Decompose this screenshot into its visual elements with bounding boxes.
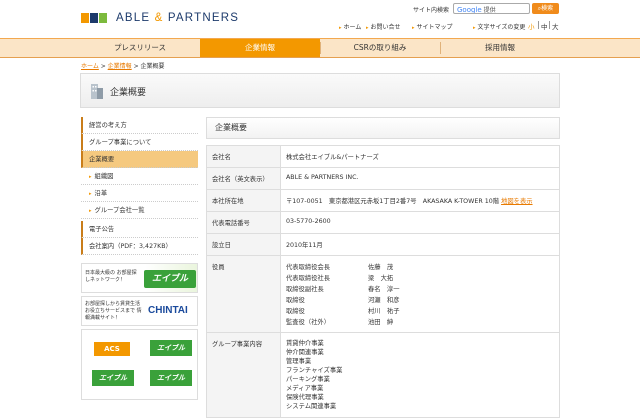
nav-csr[interactable]: CSRの取り組み	[320, 39, 440, 57]
able-group-logo[interactable]: エイブル	[92, 370, 134, 386]
fontsize-divider	[538, 21, 539, 29]
list-item: パーキング事業	[286, 376, 330, 383]
officer-name: 村川 祐子	[368, 308, 400, 315]
officer-name: 梁 大拓	[368, 275, 394, 282]
able-amp-logo[interactable]: エイブル	[150, 370, 192, 386]
business-list: 賃貸仲介事業 仲介関連事業 管理事業 フランチャイズ事業 パーキング事業 メディ…	[280, 332, 560, 418]
building-icon	[91, 84, 103, 99]
table-row: 会社名 株式会社エイブル&パートナーズ	[206, 145, 560, 168]
table-row: グループ事業内容 賃貸仲介事業 仲介関連事業 管理事業 フランチャイズ事業 パー…	[206, 332, 560, 418]
breadcrumb: ホーム > 企業情報 > 企業概要	[81, 63, 165, 70]
page-title: 企業概要	[110, 88, 147, 98]
table-row: 本社所在地 〒107-0051 東京都港区元赤坂1丁目2番7号 AKASAKA …	[206, 189, 560, 212]
banner-group-companies[interactable]: ACS エイブル エイブル エイブル	[81, 329, 198, 400]
logo-mark-orange	[81, 13, 89, 23]
search-input[interactable]: Google 提供	[453, 3, 530, 14]
list-item: 仲介関連事業	[286, 349, 324, 356]
officer-title: 代表取締役会長	[286, 264, 331, 271]
logo-text: ABLE & PARTNERS	[116, 12, 240, 24]
row-key: 会社名	[206, 145, 281, 168]
officer-name: 池田 紳	[368, 319, 394, 326]
officer-name: 河瀬 和彦	[368, 297, 400, 304]
row-key: 代表電話番号	[206, 211, 281, 234]
search-button[interactable]: ⌕検索	[532, 3, 559, 14]
acs-logo[interactable]: ACS	[94, 342, 130, 356]
sidebar-item-org-chart[interactable]: 組織図	[81, 168, 198, 185]
search-label: サイト内検索	[413, 7, 450, 14]
nav-press-release[interactable]: プレスリリース	[80, 39, 200, 57]
officer-title: 取締役副社長	[286, 286, 324, 293]
officer-title: 取締役	[286, 297, 305, 304]
table-row: 代表電話番号 03-5770-2600	[206, 211, 560, 234]
logo-mark-green	[99, 13, 107, 23]
row-value: ABLE & PARTNERS INC.	[280, 167, 560, 190]
sidebar-item-overview[interactable]: 企業概要	[81, 151, 198, 168]
sidebar-item-group-companies[interactable]: グループ会社一覧	[81, 202, 198, 219]
row-key: グループ事業内容	[206, 332, 281, 418]
sidebar-item-philosophy[interactable]: 経営の考え方	[81, 117, 198, 134]
fontsize-large[interactable]: 大	[552, 21, 559, 31]
page-title-box	[80, 73, 560, 108]
officer-title: 監査役（社外）	[286, 319, 331, 326]
row-key: 設立日	[206, 233, 281, 256]
officer-name: 佐藤 茂	[368, 264, 394, 271]
nav-recruit[interactable]: 採用情報	[440, 39, 560, 57]
sidebar-item-e-notice[interactable]: 電子公告	[81, 221, 198, 238]
row-key: 役員	[206, 255, 281, 333]
row-value: 2010年11月	[280, 233, 560, 256]
officer-title: 取締役	[286, 308, 305, 315]
site-logo[interactable]: ABLE & PARTNERS	[81, 12, 239, 24]
row-key: 本社所在地	[206, 189, 281, 212]
util-link-sitemap[interactable]: サイトマップ	[412, 22, 453, 31]
fontsize-small[interactable]: 小	[528, 21, 535, 31]
banner-able-text: 日本最大級の お部屋探しネットワーク！	[85, 270, 137, 283]
row-key: 会社名（英文表示）	[206, 167, 281, 190]
company-overview-table: 会社名 株式会社エイブル&パートナーズ 会社名（英文表示） ABLE & PAR…	[206, 145, 560, 418]
list-item: 賃貸仲介事業	[286, 340, 324, 347]
table-row: 役員 代表取締役会長 佐藤 茂 代表取締役社長 梁 大拓 取締役副社長 春名 淳一 取…	[206, 255, 560, 333]
logo-mark-navy	[90, 13, 98, 23]
banner-chintai-text: お部屋探しから賃貸生活 お役立ちサービスまで 情報満載サイト！	[85, 301, 142, 321]
row-value: 〒107-0051 東京都港区元赤坂1丁目2番7号 AKASAKA K-TOWE…	[280, 189, 560, 212]
fontsize-divider	[549, 21, 550, 29]
breadcrumb-company-info[interactable]: 企業情報	[108, 63, 132, 70]
list-item: フランチャイズ事業	[286, 367, 343, 374]
list-item: メディア事業	[286, 385, 324, 392]
banner-able[interactable]: 日本最大級の お部屋探しネットワーク！ エイブル	[81, 263, 198, 293]
sidebar-item-company-pdf[interactable]: 会社案内（PDF：3,427KB）	[81, 238, 198, 255]
able-parking-logo[interactable]: エイブル	[150, 340, 192, 356]
table-row: 会社名（英文表示） ABLE & PARTNERS INC.	[206, 167, 560, 190]
list-item: システム関連事業	[286, 403, 337, 410]
officer-title: 代表取締役社長	[286, 275, 331, 282]
show-map-link[interactable]: 地図を表示	[501, 198, 532, 205]
fontsize-label: 文字サイズの変更	[473, 22, 526, 31]
util-link-home[interactable]: ホーム	[339, 22, 362, 31]
banner-chintai[interactable]: お部屋探しから賃貸生活 お役立ちサービスまで 情報満載サイト！ CHINTAI	[81, 296, 198, 326]
breadcrumb-home[interactable]: ホーム	[81, 63, 99, 70]
banner-able-logo: エイブル	[144, 270, 196, 288]
list-item: 保険代理事業	[286, 394, 324, 401]
banner-chintai-logo: CHINTAI	[148, 305, 188, 316]
nav-company-info[interactable]: 企業情報	[200, 39, 320, 57]
row-value: 03-5770-2600	[280, 211, 560, 234]
global-nav: プレスリリース 企業情報 CSRの取り組み 採用情報	[0, 38, 640, 58]
list-item: 管理事業	[286, 358, 312, 365]
sidebar-item-group-business[interactable]: グループ事業について	[81, 134, 198, 151]
content-heading: 企業概要	[206, 117, 560, 139]
address-text: 〒107-0051 東京都港区元赤坂1丁目2番7号 AKASAKA K-TOWE…	[286, 198, 500, 205]
google-brand: Google	[457, 6, 482, 14]
fontsize-medium[interactable]: 中	[541, 21, 548, 31]
breadcrumb-current: 企業概要	[140, 63, 165, 70]
officers-list: 代表取締役会長 佐藤 茂 代表取締役社長 梁 大拓 取締役副社長 春名 淳一 取締役 河…	[280, 255, 560, 333]
table-row: 設立日 2010年11月	[206, 233, 560, 256]
sidebar-item-history[interactable]: 沿革	[81, 185, 198, 202]
util-link-contact[interactable]: お問い合せ	[366, 22, 401, 31]
row-value: 株式会社エイブル&パートナーズ	[280, 145, 560, 168]
officer-name: 春名 淳一	[368, 286, 400, 293]
